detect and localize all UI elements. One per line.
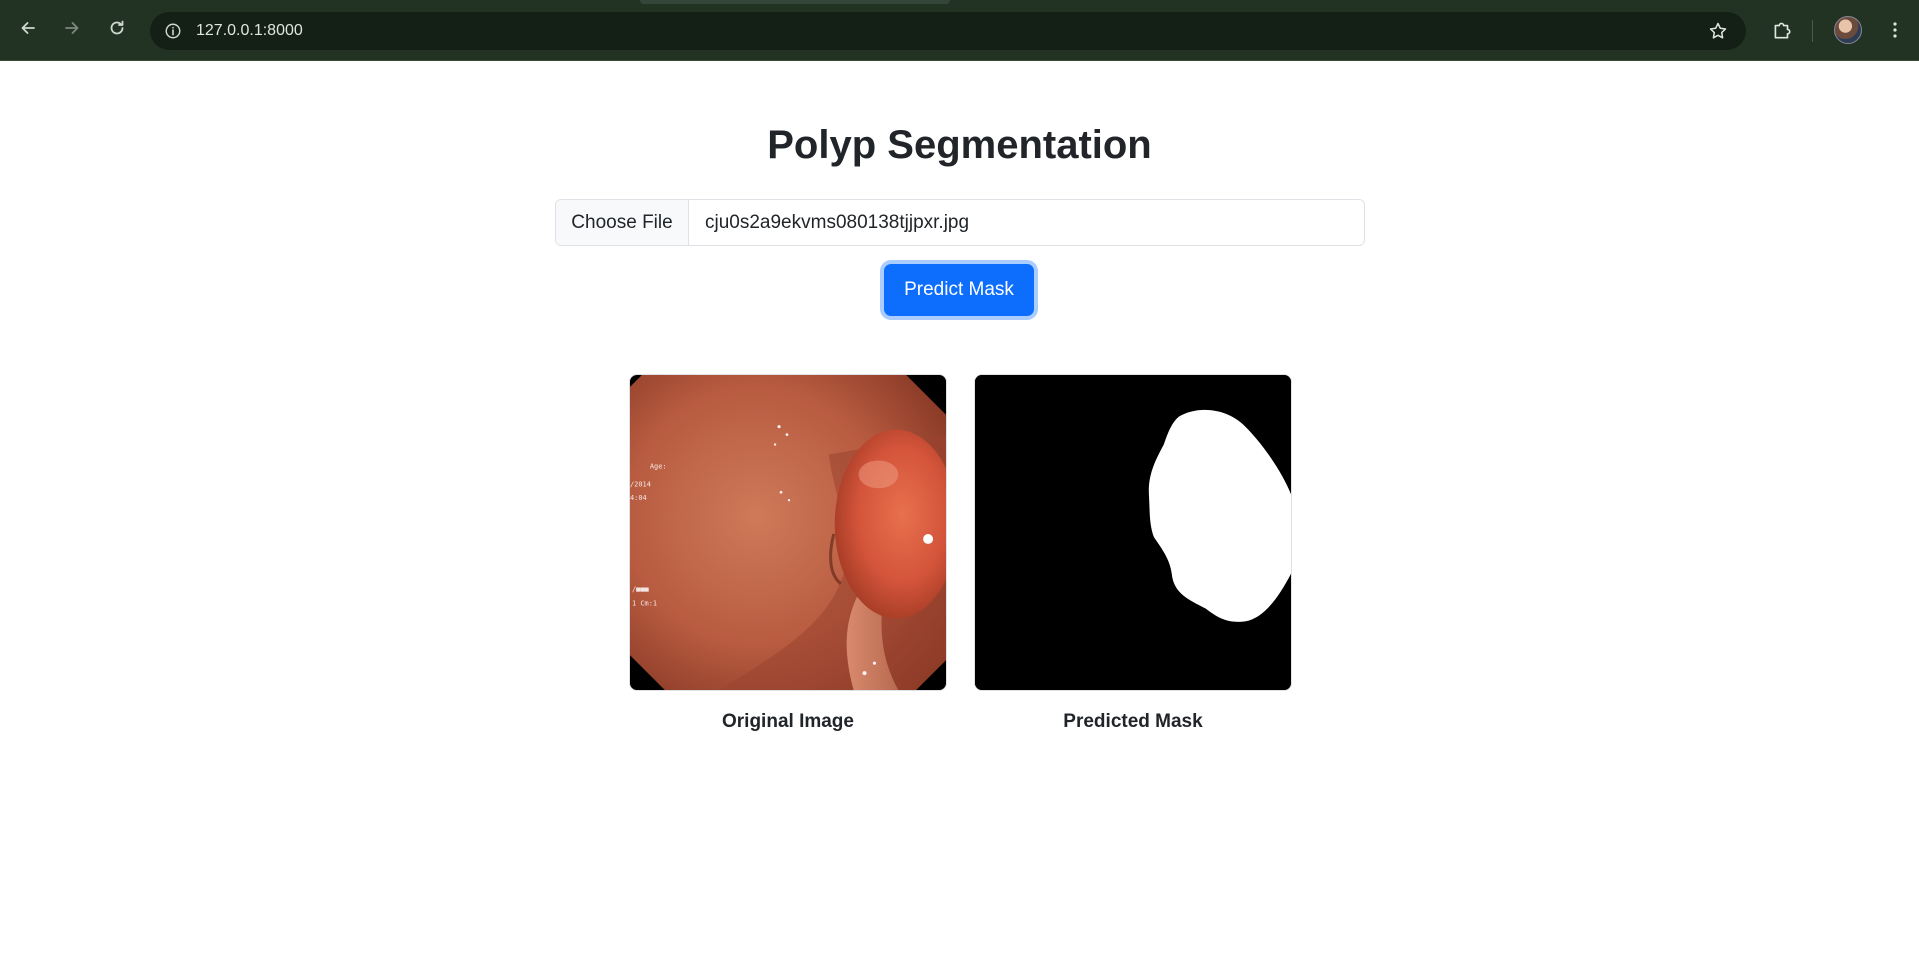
site-info-icon xyxy=(165,23,181,39)
back-icon xyxy=(21,22,35,34)
active-tab-edge xyxy=(640,0,950,4)
forward-icon xyxy=(65,22,79,34)
predicted-mask-image xyxy=(974,374,1292,691)
predicted-mask-caption: Predicted Mask xyxy=(1063,711,1203,732)
original-image-caption: Original Image xyxy=(722,711,854,732)
address-bar[interactable]: 127.0.0.1:8000 xyxy=(150,12,1746,50)
browser-menu-button[interactable] xyxy=(1880,14,1910,46)
svg-text:/■■■: /■■■ xyxy=(632,586,650,594)
original-image: Age: /2014 4:04 /■■■ 1 Cm:1 xyxy=(629,374,947,691)
url-text[interactable]: 127.0.0.1:8000 xyxy=(196,12,303,50)
profile-avatar[interactable] xyxy=(1834,16,1862,44)
mask-image xyxy=(975,375,1291,690)
menu-kebab-icon xyxy=(1893,22,1897,38)
site-info-button[interactable] xyxy=(160,18,186,44)
predict-mask-label: Predict Mask xyxy=(904,279,1014,300)
page-content: Polyp Segmentation Choose File cju0s2a9e… xyxy=(0,61,1919,968)
browser-toolbar: 127.0.0.1:8000 xyxy=(0,0,1919,61)
reload-icon xyxy=(110,20,124,35)
forward-button[interactable] xyxy=(56,12,88,44)
extensions-icon xyxy=(1774,22,1791,39)
reload-button[interactable] xyxy=(101,12,133,44)
bookmark-star-icon xyxy=(1709,22,1727,39)
svg-text:/2014: /2014 xyxy=(630,480,651,488)
toolbar-divider xyxy=(1812,20,1813,42)
back-button[interactable] xyxy=(12,12,44,44)
predict-mask-button[interactable]: Predict Mask xyxy=(884,264,1034,316)
page-title: Polyp Segmentation xyxy=(767,123,1152,167)
endoscopy-image: Age: /2014 4:04 /■■■ 1 Cm:1 xyxy=(630,375,946,690)
choose-file-button[interactable]: Choose File xyxy=(556,200,689,245)
selected-file-name[interactable]: cju0s2a9ekvms080138tjjpxr.jpg xyxy=(689,200,1364,245)
extensions-button[interactable] xyxy=(1766,14,1798,46)
svg-text:1 Cm:1: 1 Cm:1 xyxy=(632,600,657,608)
svg-text:4:04: 4:04 xyxy=(630,494,647,502)
svg-text:Age:: Age: xyxy=(650,462,667,470)
file-input[interactable]: Choose File cju0s2a9ekvms080138tjjpxr.jp… xyxy=(555,199,1365,246)
bookmark-button[interactable] xyxy=(1706,19,1730,43)
